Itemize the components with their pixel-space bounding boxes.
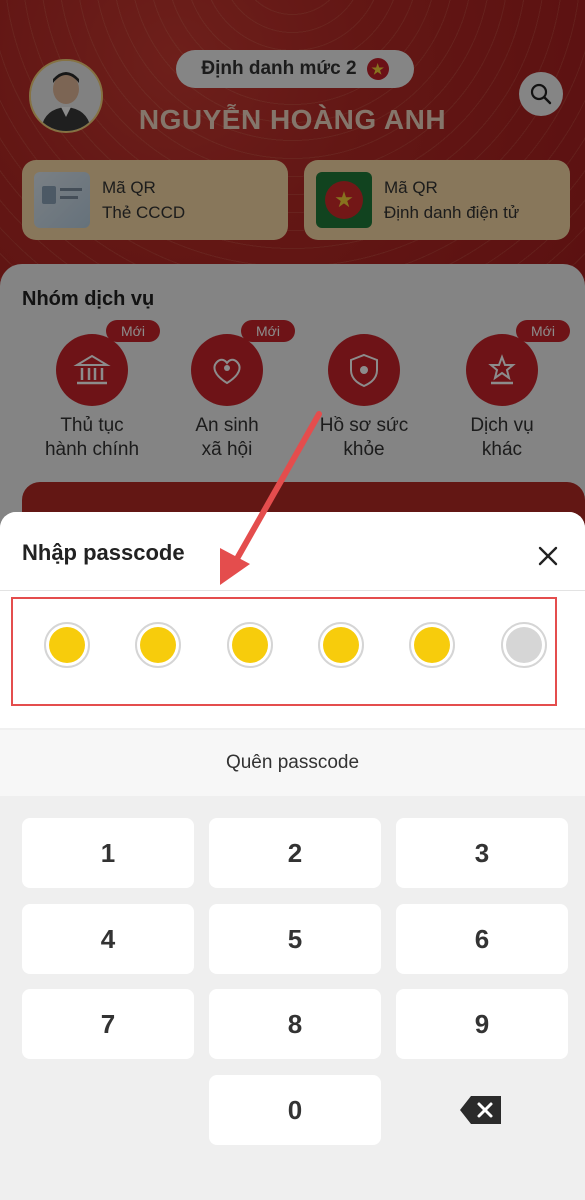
backspace-icon xyxy=(460,1096,501,1124)
key-8[interactable]: 8 xyxy=(209,989,381,1059)
key-9[interactable]: 9 xyxy=(396,989,568,1059)
key-7[interactable]: 7 xyxy=(22,989,194,1059)
backspace-button[interactable] xyxy=(459,1094,503,1126)
sheet-divider xyxy=(0,590,585,591)
forgot-passcode-link[interactable]: Quên passcode xyxy=(0,752,585,774)
key-4[interactable]: 4 xyxy=(22,904,194,974)
annotation-highlight-box xyxy=(11,597,557,706)
key-5[interactable]: 5 xyxy=(209,904,381,974)
key-1[interactable]: 1 xyxy=(22,818,194,888)
close-icon xyxy=(538,546,558,566)
close-button[interactable] xyxy=(533,541,563,571)
passcode-title: Nhập passcode xyxy=(22,540,185,565)
key-2[interactable]: 2 xyxy=(209,818,381,888)
key-0[interactable]: 0 xyxy=(209,1075,381,1145)
key-3[interactable]: 3 xyxy=(396,818,568,888)
key-6[interactable]: 6 xyxy=(396,904,568,974)
